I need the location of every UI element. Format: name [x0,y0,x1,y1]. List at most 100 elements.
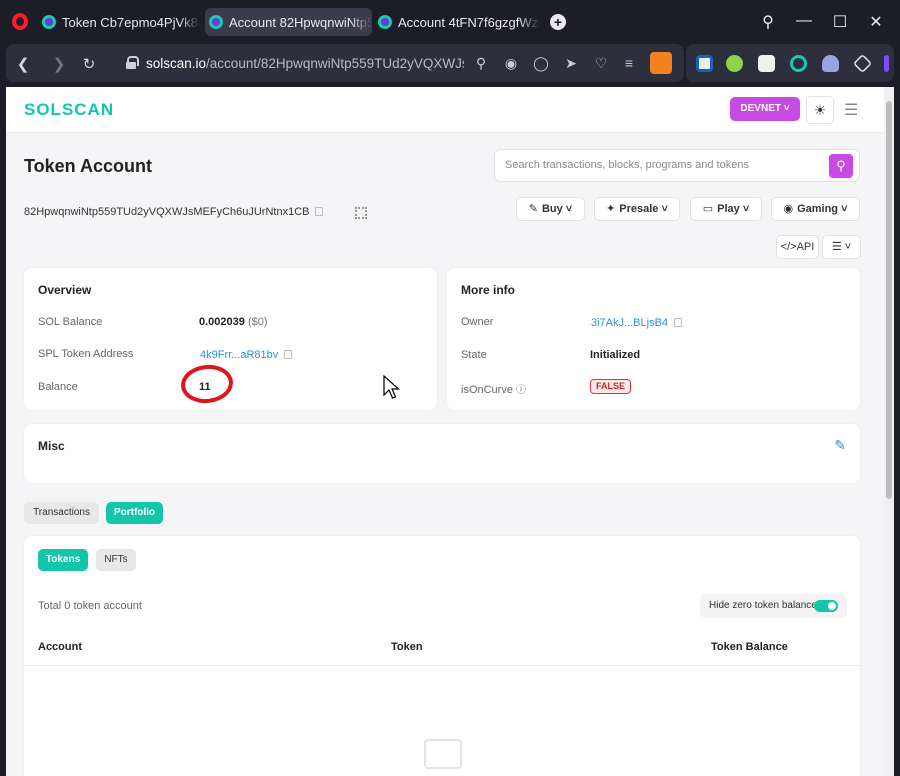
qr-code-icon[interactable] [355,207,367,219]
more-info-title: More info [461,283,515,297]
back-icon[interactable]: ❮ [14,55,32,73]
table-divider [24,665,860,666]
presale-label: Presale [619,203,659,215]
buy-icon: ✎ [528,203,538,215]
owner-link[interactable]: 3i7AkJ...BLjsB4 [591,317,668,329]
site-header: SOLSCAN DEVNET ˅ ☀ ☰ [6,87,884,133]
more-info-card: More info Owner 3i7AkJ...BLjsB4 State In… [447,268,860,410]
extension-ghost-icon[interactable] [822,55,839,72]
tab-account-2[interactable]: Account 4tFN7f6gzgfWzRi [374,8,540,36]
zoom-search-icon[interactable]: ⚲ [472,55,490,72]
tab-title: Token Cb7epmo4PjVk8r9W [62,14,200,30]
new-tab-button[interactable]: + [550,14,566,30]
extension-1-icon[interactable] [696,55,713,72]
buy-button[interactable]: ✎ Buy ˅ [516,197,585,221]
owner-label: Owner [461,316,494,328]
extension-green-icon[interactable] [726,55,743,72]
search-input[interactable]: Search transactions, blocks, programs an… [494,149,860,182]
tab-token[interactable]: Token Cb7epmo4PjVk8r9W [38,8,200,36]
theme-toggle-icon[interactable]: ☀ [806,96,834,124]
account-address: 82HpwqnwiNtp559TUd2yVQXWJsMEFyCh6uJUrNtn… [24,206,324,218]
reload-icon[interactable]: ↻ [80,55,98,73]
info-icon[interactable]: ⓘ [516,385,526,396]
is-on-curve-text: isOnCurve [461,384,513,396]
extension-s-icon[interactable] [758,55,775,72]
hide-zero-label: Hide zero token balance [709,600,817,611]
is-on-curve-badge: FALSE [590,379,632,394]
menu-lines-icon[interactable]: ≡ [620,55,638,71]
spl-token-address-value[interactable]: 4k9Frr...aR81bv [200,349,293,361]
tab-portfolio[interactable]: Portfolio [106,502,163,524]
forward-icon[interactable]: ❯ [50,55,68,73]
browser-window: Token Cb7epmo4PjVk8r9W Account 82Hpwqnwi… [0,0,900,776]
empty-inbox-icon [424,739,462,769]
play-label: Play [717,203,740,215]
api-button[interactable]: </>API [776,235,819,259]
scroll-thumb[interactable] [886,101,892,499]
edit-pencil-icon[interactable]: ✎ [834,437,846,454]
page-title: Token Account [24,156,153,176]
total-token-accounts: Total 0 token account [38,600,142,612]
opera-logo-icon[interactable] [12,13,28,30]
spl-token-address-label: SPL Token Address [38,348,134,360]
sol-balance-value: 0.002039 ($0) [199,316,268,328]
minimize-icon[interactable]: — [794,12,814,30]
solscan-favicon-icon [378,15,392,29]
overview-title: Overview [38,283,92,297]
owner-value[interactable]: 3i7AkJ...BLjsB4 [591,317,683,329]
buy-label: Buy [541,203,563,215]
web-page: SOLSCAN DEVNET ˅ ☀ ☰ Token Account Searc… [6,87,894,776]
browser-search-icon[interactable]: ⚲ [758,12,778,32]
network-selector[interactable]: DEVNET ˅ [730,97,800,121]
tab-nfts[interactable]: NFTs [96,549,136,571]
gaming-button[interactable]: ◉ Gaming ˅ [771,197,860,221]
address-bar[interactable]: ❮ ❯ ↻ solscan.io/account/82HpwqnwiNtp559… [6,44,684,82]
column-header-token-balance: Token Balance [711,641,788,653]
mouse-cursor-icon [383,375,401,399]
balance-label: Balance [38,381,78,393]
solscan-favicon-icon [42,15,56,29]
tab-bar: Token Cb7epmo4PjVk8r9W Account 82Hpwqnwi… [0,0,900,42]
monster-extension-icon[interactable] [650,52,672,74]
network-label: DEVNET [740,103,781,114]
state-label: State [461,349,487,361]
snapshot-icon[interactable]: ◉ [502,55,520,72]
account-address-text: 82HpwqnwiNtp559TUd2yVQXWJsMEFyCh6uJUrNtn… [24,206,310,218]
close-icon[interactable]: ✕ [866,12,886,32]
monitor-icon: ▭ [702,203,714,215]
tab-tokens[interactable]: Tokens [38,549,88,571]
column-header-token: Token [391,641,423,653]
sol-balance-amount: 0.002039 [199,316,245,328]
scrollbar[interactable] [884,87,894,776]
copy-icon[interactable] [674,318,683,327]
search-placeholder: Search transactions, blocks, programs an… [505,159,749,171]
gaming-label: Gaming [797,203,839,215]
extension-cube-icon[interactable] [852,53,873,74]
hamburger-menu-icon[interactable]: ☰ [844,100,858,120]
presale-button[interactable]: ✦ Presale ˅ [594,197,680,221]
solscan-logo[interactable]: SOLSCAN [24,100,114,120]
list-view-button[interactable]: ☰ ˅ [822,235,861,259]
presale-icon: ✦ [606,203,616,215]
state-value: Initialized [590,349,641,361]
sol-balance-usd: ($0) [247,316,268,328]
tab-transactions[interactable]: Transactions [24,502,99,524]
address-bar-row: ❮ ❯ ↻ solscan.io/account/82HpwqnwiNtp559… [0,42,900,86]
column-header-account: Account [38,641,82,653]
heart-icon[interactable]: ♡ [592,55,610,72]
send-icon[interactable]: ➤ [562,55,580,72]
sol-balance-label: SOL Balance [38,316,103,328]
shield-icon[interactable]: ◯ [532,55,550,72]
search-icon[interactable]: ⚲ [829,154,853,178]
extension-circle-icon[interactable] [790,55,807,72]
url-text[interactable]: solscan.io/account/82HpwqnwiNtp559TUd2yV… [146,56,464,71]
misc-card: Misc ✎ [24,424,860,483]
play-button[interactable]: ▭ Play ˅ [690,197,762,221]
hide-zero-toggle[interactable] [814,600,838,612]
copy-icon[interactable] [284,350,293,359]
copy-icon[interactable] [315,207,324,216]
tab-title: Account 4tFN7f6gzgfWzRi [398,14,540,30]
maximize-icon[interactable]: ☐ [830,12,850,32]
spl-token-address-link[interactable]: 4k9Frr...aR81bv [200,349,278,361]
tab-account-active[interactable]: Account 82HpwqnwiNtp559 [205,8,372,36]
